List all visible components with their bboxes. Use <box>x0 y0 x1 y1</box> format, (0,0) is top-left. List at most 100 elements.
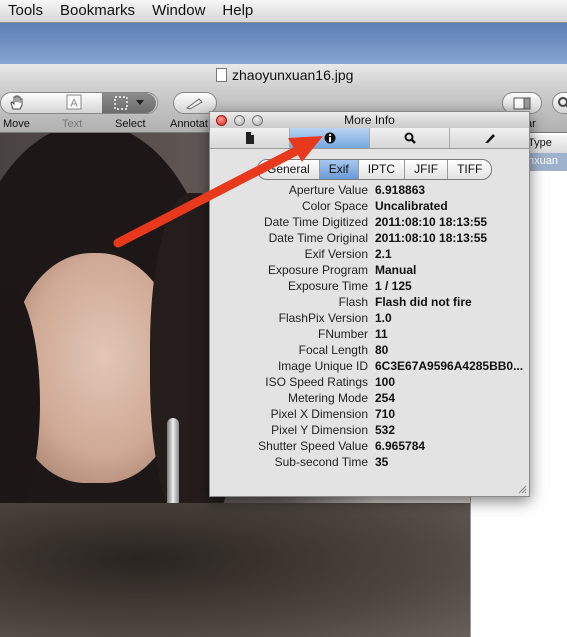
exif-value: 80 <box>375 343 389 357</box>
exif-key: Image Unique ID <box>277 359 368 373</box>
subtab-general[interactable]: General <box>258 160 320 179</box>
menu-bookmarks[interactable]: Bookmarks <box>52 0 144 22</box>
exif-row: Date Time Original 2011:08:10 18:13:55 <box>210 231 529 247</box>
exif-row: Flash Flash did not fire <box>210 295 529 311</box>
exif-row: Sub-second Time 35 <box>210 455 529 471</box>
exif-row: Image Unique ID 6C3E67A9596A4285BB0... <box>210 359 529 375</box>
tab-annotations[interactable] <box>450 128 529 148</box>
text-label: Text <box>62 118 83 130</box>
exif-row: Metering Mode 254 <box>210 391 529 407</box>
exif-value: 6.918863 <box>375 183 426 197</box>
document-icon <box>245 132 254 144</box>
menu-bar: Tools Bookmarks Window Help <box>0 0 567 23</box>
move-tool-button[interactable] <box>5 92 29 112</box>
exif-row: Pixel Y Dimension 532 <box>210 423 529 439</box>
hand-icon <box>10 95 23 109</box>
exif-key: Shutter Speed Value <box>258 439 368 453</box>
exif-key: ISO Speed Ratings <box>265 375 368 389</box>
exif-row: Aperture Value 6.918863 <box>210 183 529 199</box>
panel-tab-bar <box>210 128 529 149</box>
tab-more-info[interactable] <box>290 128 370 148</box>
exif-key: Metering Mode <box>287 391 368 405</box>
window-title: zhaoyunxuan16.jpg <box>216 67 353 83</box>
exif-row: Exposure Time 1 / 125 <box>210 279 529 295</box>
exif-key: FlashPix Version <box>278 311 368 325</box>
svg-text:A: A <box>70 98 78 110</box>
menu-help[interactable]: Help <box>214 0 262 22</box>
exif-value: 100 <box>375 375 396 389</box>
exif-row: Exposure Program Manual <box>210 263 529 279</box>
exif-key: Pixel Y Dimension <box>271 423 368 437</box>
exif-row: Pixel X Dimension 710 <box>210 407 529 423</box>
window-title-text: zhaoyunxuan16.jpg <box>232 67 354 83</box>
exif-key: Flash <box>338 295 368 309</box>
exif-value: 532 <box>375 423 396 437</box>
desktop-background <box>0 23 567 65</box>
resize-grip-icon[interactable] <box>517 484 527 494</box>
exif-key: Date Time Digitized <box>263 215 368 229</box>
window-titlebar[interactable]: zhaoyunxuan16.jpg <box>0 64 567 88</box>
subtab-jfif[interactable]: JFIF <box>405 160 449 179</box>
exif-key: Exposure Program <box>267 263 368 277</box>
photo-fur-collar <box>0 503 470 637</box>
exif-value: 1.0 <box>375 311 392 325</box>
subtab-tiff[interactable]: TIFF <box>448 160 491 179</box>
exif-key: Date Time Original <box>268 231 368 245</box>
select-tool-button[interactable] <box>102 93 156 113</box>
text-tool-icon: A <box>66 94 82 110</box>
exif-key: Pixel X Dimension <box>270 407 368 421</box>
exif-key: Focal Length <box>298 343 368 357</box>
selection-rect-icon <box>114 96 128 110</box>
exif-value: 254 <box>375 391 396 405</box>
exif-key: Color Space <box>301 199 368 213</box>
search-field[interactable] <box>552 92 567 114</box>
sidebar-header-type: Type <box>528 137 552 149</box>
more-info-panel: More Info General Exif IPTC JFIF TIFF Ap… <box>209 111 530 497</box>
exif-value: 710 <box>375 407 396 421</box>
exif-row: Shutter Speed Value 6.965784 <box>210 439 529 455</box>
exif-value: Uncalibrated <box>375 199 448 213</box>
info-icon <box>324 132 335 144</box>
exif-row: ISO Speed Ratings 100 <box>210 375 529 391</box>
pen-icon <box>484 134 495 143</box>
exif-value: 35 <box>375 455 389 469</box>
tab-keywords[interactable] <box>370 128 450 148</box>
exif-value: 11 <box>375 327 388 341</box>
tab-general-info[interactable] <box>210 128 290 148</box>
exif-value: 2011:08:10 18:13:55 <box>375 215 488 229</box>
image-file-icon <box>216 68 227 82</box>
chevron-down-icon <box>136 100 144 105</box>
pencil-icon <box>185 98 203 110</box>
exif-row: Focal Length 80 <box>210 343 529 359</box>
metadata-subtabs: General Exif IPTC JFIF TIFF <box>257 159 493 180</box>
exif-value: 2.1 <box>375 247 392 261</box>
select-label: Select <box>115 118 146 130</box>
exif-row: Exif Version 2.1 <box>210 247 529 263</box>
panel-title: More Info <box>344 113 395 127</box>
exif-row: Color Space Uncalibrated <box>210 199 529 215</box>
exif-value: 2011:08:10 18:13:55 <box>375 231 488 245</box>
exif-key: Exif Version <box>304 247 368 261</box>
exif-value: Flash did not fire <box>375 295 472 309</box>
exif-row: FlashPix Version 1.0 <box>210 311 529 327</box>
sidebar-icon <box>513 97 531 110</box>
exif-value: 6.965784 <box>375 439 426 453</box>
magnifier-icon <box>404 132 416 144</box>
exif-row: Date Time Digitized 2011:08:10 18:13:55 <box>210 215 529 231</box>
subtab-iptc[interactable]: IPTC <box>359 160 406 179</box>
menu-window[interactable]: Window <box>144 0 214 22</box>
move-label: Move <box>3 118 30 130</box>
exif-key: Exposure Time <box>287 279 368 293</box>
exif-key: Sub-second Time <box>274 455 368 469</box>
panel-titlebar[interactable]: More Info <box>210 112 529 128</box>
menu-tools[interactable]: Tools <box>0 0 52 22</box>
annotate-label: Annotat <box>170 118 208 130</box>
sidebar-selected-text: nxuan <box>528 155 558 167</box>
exif-value: 6C3E67A9596A4285BB0... <box>375 359 524 373</box>
text-tool-button[interactable]: A <box>62 92 86 112</box>
search-icon <box>558 97 567 108</box>
subtab-exif[interactable]: Exif <box>319 160 359 179</box>
exif-row: FNumber 11 <box>210 327 529 343</box>
exif-value: Manual <box>375 263 417 277</box>
exif-value: 1 / 125 <box>375 279 412 293</box>
